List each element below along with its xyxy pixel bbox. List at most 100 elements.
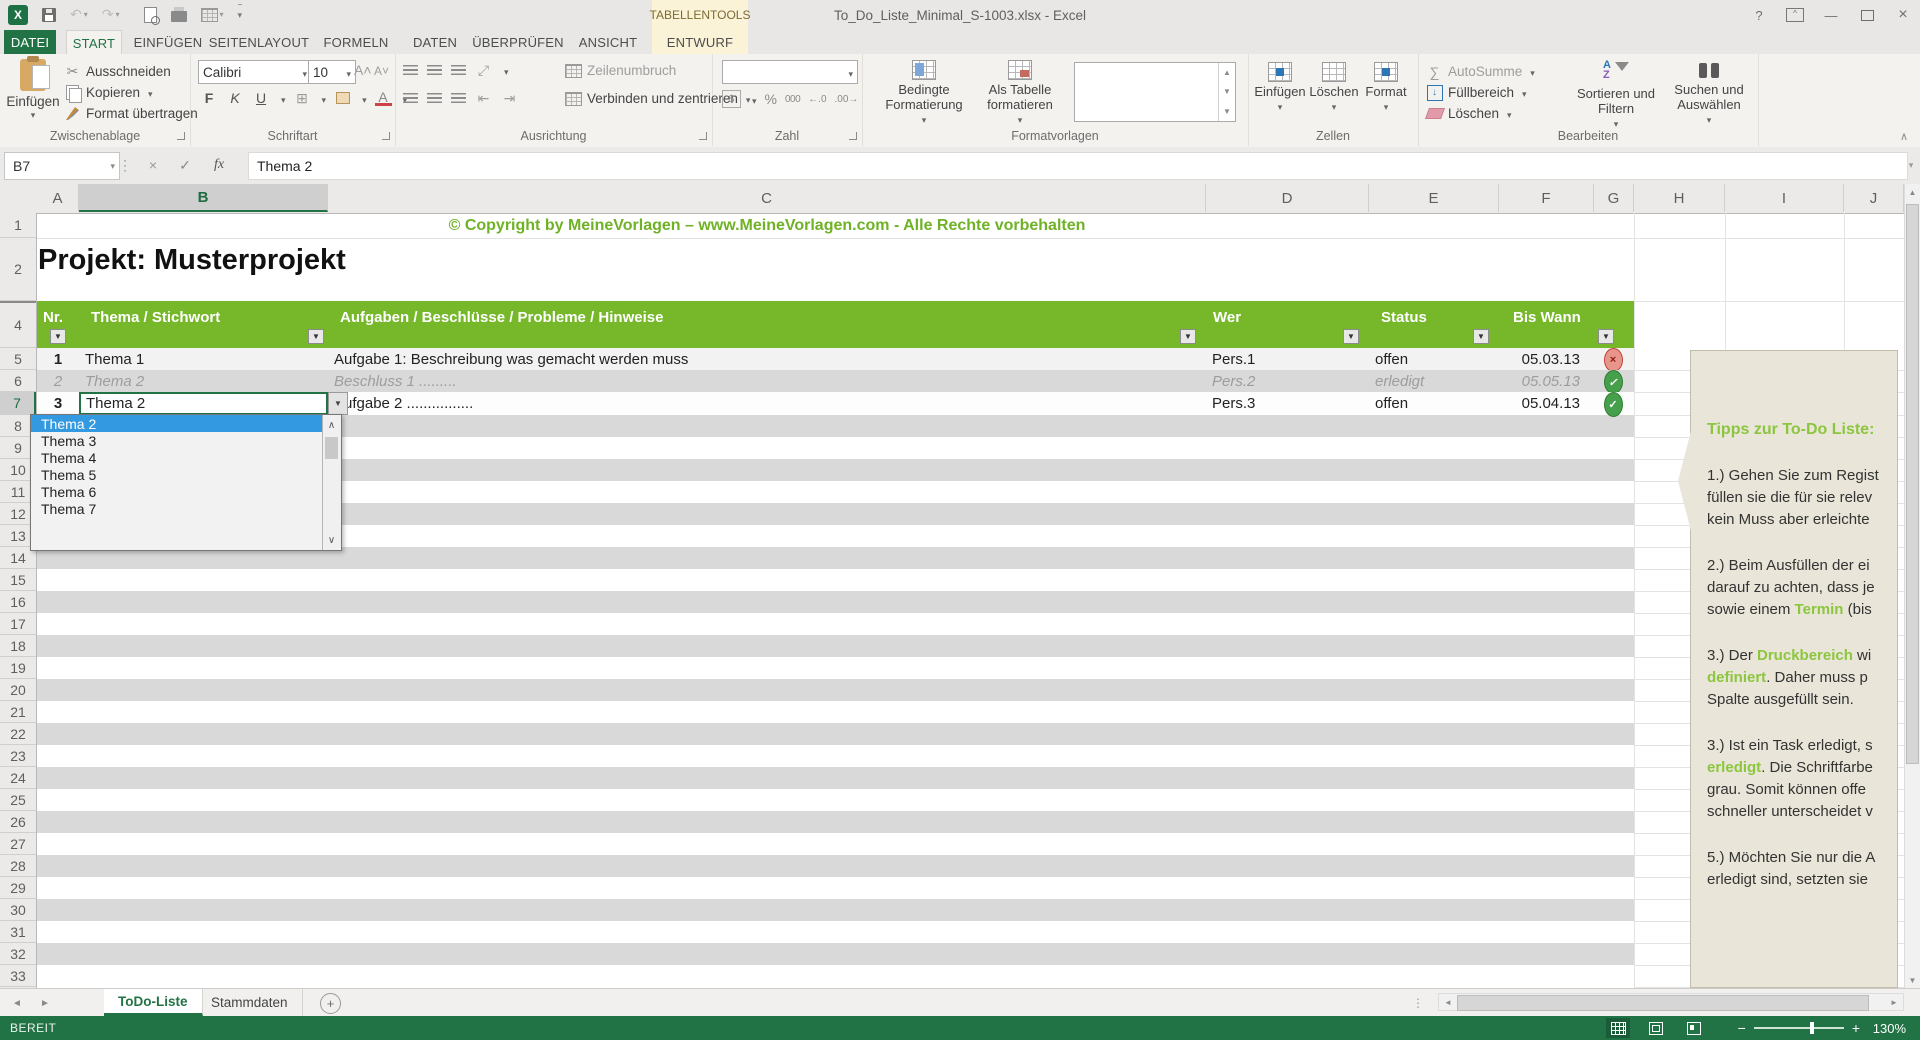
insert-function-icon[interactable]: fx bbox=[204, 152, 234, 178]
column-header-i[interactable]: I bbox=[1725, 184, 1844, 212]
column-header-j[interactable]: J bbox=[1844, 184, 1904, 212]
row-header-30[interactable]: 30 bbox=[0, 899, 36, 921]
redo-icon[interactable]: ↷ ▾ bbox=[102, 5, 120, 25]
scroll-up-icon[interactable]: ▲ bbox=[1905, 184, 1920, 200]
autosum-button[interactable]: ∑ AutoSumme bbox=[1426, 61, 1535, 82]
copy-button[interactable]: Kopieren bbox=[64, 82, 198, 103]
dropdown-item[interactable]: Thema 7 bbox=[31, 500, 341, 517]
filter-dropdown-icon[interactable]: ▼ bbox=[1180, 329, 1196, 344]
filter-dropdown-icon[interactable]: ▼ bbox=[1598, 329, 1614, 344]
column-header-d[interactable]: D bbox=[1206, 184, 1369, 212]
table-row[interactable]: 2 Thema 2 Beschluss 1 ......... Pers.2 e… bbox=[37, 370, 1634, 394]
print-icon[interactable] bbox=[170, 5, 187, 25]
row-header-21[interactable]: 21 bbox=[0, 701, 36, 723]
format-cells-button[interactable]: Format bbox=[1360, 62, 1412, 115]
dropdown-item[interactable]: Thema 3 bbox=[31, 432, 341, 449]
scroll-left-icon[interactable]: ◄ bbox=[1440, 995, 1456, 1009]
underline-button[interactable]: U bbox=[252, 90, 270, 106]
paste-button[interactable]: Einfügen bbox=[6, 56, 60, 121]
column-header-a[interactable]: A bbox=[37, 184, 79, 212]
dialog-launcher-icon[interactable] bbox=[382, 132, 390, 140]
font-size-select[interactable]: 10 bbox=[308, 60, 356, 84]
tab-entwurf[interactable]: ENTWURF bbox=[652, 30, 748, 54]
filter-dropdown-icon[interactable]: ▼ bbox=[1473, 329, 1489, 344]
cut-button[interactable]: ✂ Ausschneiden bbox=[64, 61, 198, 82]
excel-logo-icon[interactable]: X bbox=[8, 4, 28, 25]
row-header-29[interactable]: 29 bbox=[0, 877, 36, 899]
italic-button[interactable]: K bbox=[226, 90, 244, 106]
column-header-f[interactable]: F bbox=[1499, 184, 1594, 212]
align-middle-icon[interactable] bbox=[427, 65, 442, 75]
row-header-17[interactable]: 17 bbox=[0, 613, 36, 635]
tab-seitenlayout[interactable]: SEITENLAYOUT bbox=[209, 30, 309, 54]
sheet-nav-left-icon[interactable]: ◄ bbox=[12, 989, 22, 1017]
normal-view-icon[interactable] bbox=[1606, 1018, 1630, 1038]
scroll-right-icon[interactable]: ► bbox=[1886, 995, 1902, 1009]
row-header-7[interactable]: 7 bbox=[0, 392, 36, 415]
formula-input[interactable]: Thema 2 bbox=[248, 152, 1908, 180]
enter-icon[interactable]: ✓ bbox=[172, 152, 198, 178]
zoom-slider-thumb[interactable] bbox=[1809, 1022, 1814, 1034]
scrollbar-thumb[interactable] bbox=[1906, 204, 1919, 764]
fill-color-icon[interactable] bbox=[334, 90, 351, 106]
tab-datei[interactable]: DATEI bbox=[4, 30, 56, 54]
row-header-26[interactable]: 26 bbox=[0, 811, 36, 833]
undo-icon[interactable]: ↶ ▾ bbox=[70, 5, 88, 25]
tab-daten[interactable]: DATEN bbox=[404, 30, 466, 54]
conditional-formatting-button[interactable]: Bedingte Formatierung bbox=[878, 60, 970, 128]
format-as-table-button[interactable]: Als Tabelle formatieren bbox=[974, 60, 1066, 128]
row-header-18[interactable]: 18 bbox=[0, 635, 36, 657]
print-preview-icon[interactable] bbox=[143, 5, 160, 25]
dropdown-item[interactable]: Thema 5 bbox=[31, 466, 341, 483]
zoom-slider[interactable] bbox=[1753, 1022, 1844, 1034]
font-name-select[interactable]: Calibri bbox=[198, 60, 312, 84]
row-header-19[interactable]: 19 bbox=[0, 657, 36, 679]
row-header-4[interactable]: 4 bbox=[0, 301, 36, 348]
row-header-25[interactable]: 25 bbox=[0, 789, 36, 811]
restore-icon[interactable] bbox=[1854, 4, 1880, 26]
column-header-g[interactable]: G bbox=[1594, 184, 1634, 212]
align-right-icon[interactable] bbox=[451, 93, 466, 103]
row-header-2[interactable]: 2 bbox=[0, 238, 36, 301]
fill-button[interactable]: ↓ Füllbereich bbox=[1426, 82, 1535, 103]
ribbon-display-options-icon[interactable]: ^ bbox=[1782, 4, 1808, 26]
scroll-up-icon[interactable]: ∧ bbox=[323, 417, 340, 433]
dialog-launcher-icon[interactable] bbox=[699, 132, 707, 140]
comma-style-icon[interactable]: 000 bbox=[785, 94, 801, 105]
cell-dropdown-icon[interactable]: ▼ bbox=[328, 392, 348, 415]
insert-cells-button[interactable]: Einfügen bbox=[1254, 62, 1306, 115]
row-header-20[interactable]: 20 bbox=[0, 679, 36, 701]
decrease-decimal-icon[interactable]: .00→ bbox=[835, 94, 859, 105]
shrink-font-icon[interactable]: A˅ bbox=[374, 64, 389, 78]
scrollbar-thumb[interactable] bbox=[1457, 995, 1869, 1011]
zoom-in-icon[interactable]: + bbox=[1852, 1020, 1860, 1036]
name-box[interactable]: B7 ▾ bbox=[4, 152, 120, 180]
row-header-31[interactable]: 31 bbox=[0, 921, 36, 943]
dialog-launcher-icon[interactable] bbox=[849, 132, 857, 140]
dialog-launcher-icon[interactable] bbox=[177, 132, 185, 140]
row-header-33[interactable]: 33 bbox=[0, 965, 36, 987]
row-header-1[interactable]: 1 bbox=[0, 213, 36, 238]
expand-formula-bar-icon[interactable]: ▾ bbox=[1904, 152, 1918, 178]
delete-cells-button[interactable]: Löschen bbox=[1308, 62, 1360, 115]
row-header-27[interactable]: 27 bbox=[0, 833, 36, 855]
horizontal-scrollbar[interactable]: ◄ ► bbox=[1438, 993, 1904, 1011]
page-break-view-icon[interactable] bbox=[1682, 1018, 1706, 1038]
orientation-icon[interactable]: ⤢ bbox=[475, 62, 492, 78]
zoom-level[interactable]: 130% bbox=[1873, 1016, 1906, 1040]
align-center-icon[interactable] bbox=[427, 93, 442, 103]
row-header-28[interactable]: 28 bbox=[0, 855, 36, 877]
decrease-indent-icon[interactable]: ⇤ bbox=[475, 90, 492, 106]
format-painter-button[interactable]: Format übertragen bbox=[64, 103, 198, 124]
tab-ueberpruefen[interactable]: ÜBERPRÜFEN bbox=[466, 30, 570, 54]
quick-table-icon[interactable]: ▾ bbox=[200, 5, 224, 25]
column-header-c[interactable]: C bbox=[328, 184, 1206, 212]
cancel-icon[interactable]: × bbox=[140, 152, 166, 178]
close-icon[interactable]: × bbox=[1890, 4, 1916, 26]
column-header-e[interactable]: E bbox=[1369, 184, 1499, 212]
zoom-out-icon[interactable]: − bbox=[1738, 1020, 1746, 1036]
percent-style-icon[interactable]: % bbox=[765, 91, 777, 107]
filter-dropdown-icon[interactable]: ▼ bbox=[50, 329, 66, 344]
row-header-6[interactable]: 6 bbox=[0, 370, 36, 392]
dropdown-item[interactable]: Thema 2 bbox=[31, 415, 341, 432]
